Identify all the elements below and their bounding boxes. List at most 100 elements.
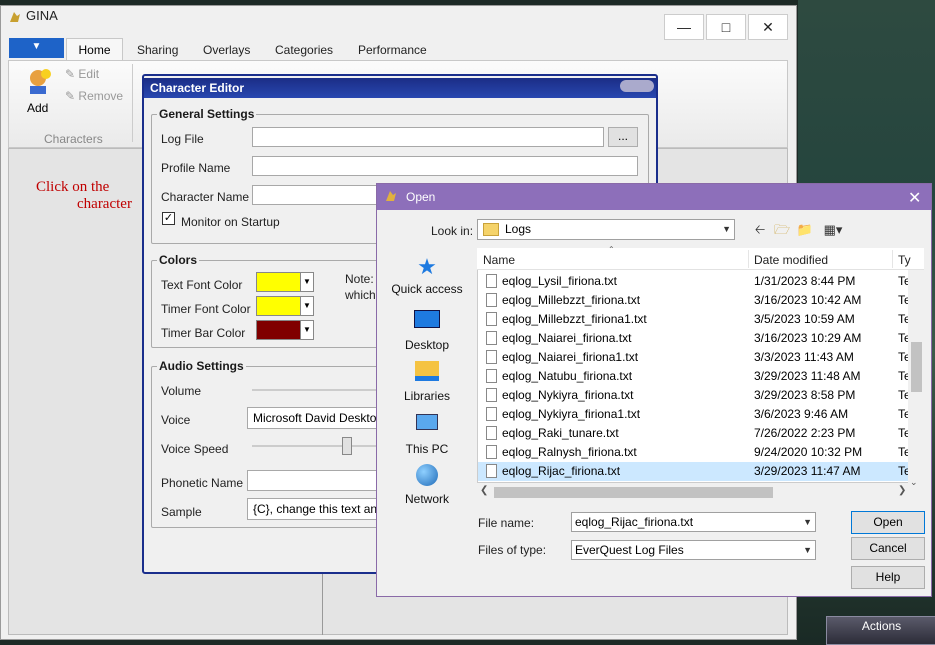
text-file-icon [486,426,497,440]
file-row[interactable]: eqlog_Millebzzt_firiona.txt 3/16/2023 10:… [478,291,911,310]
browse-button[interactable]: ... [608,127,638,147]
look-in-combo[interactable]: Logs ▼ [477,219,735,240]
tab-categories[interactable]: Categories [275,42,333,60]
close-button[interactable]: ✕ [748,14,788,40]
timer-font-color-dropdown[interactable]: ▼ [300,296,314,316]
look-in-value: Logs [505,222,532,236]
log-file-input[interactable] [252,127,604,147]
column-name[interactable]: Name [483,253,515,267]
file-name-combo[interactable]: eqlog_Rijac_firiona.txt ▼ [571,512,816,532]
timer-bar-color-swatch[interactable] [256,320,304,340]
file-type-value: EverQuest Log Files [575,543,684,557]
file-row[interactable]: eqlog_Lysil_firiona.txt 1/31/2023 8:44 PM… [478,272,911,291]
remove-label: Remove [78,89,124,103]
ribbon-separator [132,64,133,142]
colors-note-line2: which [345,288,376,302]
app-menu-button[interactable]: ▼ [9,38,64,58]
place-network[interactable]: Network [384,462,470,506]
file-row[interactable]: eqlog_Rijac_firiona.txt 3/29/2023 11:47 A… [478,462,911,481]
timer-font-color-swatch[interactable] [256,296,304,316]
tab-home[interactable]: Home [66,38,123,61]
close-icon[interactable]: ✕ [908,188,921,208]
text-file-icon [486,369,497,383]
place-quick-access[interactable]: ★ Quick access [384,254,470,296]
horizontal-scroll-thumb[interactable] [494,487,773,498]
file-date: 9/24/2020 10:32 PM [754,445,863,459]
file-row[interactable]: eqlog_Nykiyra_firiona.txt 3/29/2023 8:58 … [478,386,911,405]
place-label: This PC [405,442,449,456]
file-row[interactable]: eqlog_Natubu_firiona.txt 3/29/2023 11:48 … [478,367,911,386]
voice-speed-slider-thumb[interactable] [342,437,352,455]
text-font-color-swatch[interactable] [256,272,304,292]
voice-speed-label: Voice Speed [161,442,229,456]
voice-label: Voice [161,413,191,427]
look-in-label: Look in: [431,224,474,238]
file-row[interactable]: eqlog_Millebzzt_firiona1.txt 3/5/2023 10:… [478,310,911,329]
maximize-button[interactable]: □ [706,14,746,40]
place-libraries[interactable]: Libraries [384,358,470,403]
sort-ascending-icon: ⌃ [608,245,615,254]
file-date: 3/6/2023 9:46 AM [754,407,849,421]
text-font-color-dropdown[interactable]: ▼ [300,272,314,292]
scroll-left-icon[interactable]: ❮ [480,485,488,496]
file-name: eqlog_Millebzzt_firiona1.txt [502,312,647,326]
column-type[interactable]: Ty [898,253,911,267]
file-row[interactable]: eqlog_Ralnysh_firiona.txt 9/24/2020 10:32… [478,443,911,462]
up-folder-icon[interactable]: 🗁 [773,222,791,238]
timer-bar-color-dropdown[interactable]: ▼ [300,320,314,340]
place-label: Network [404,492,449,506]
character-name-label: Character Name [161,190,250,204]
tab-performance[interactable]: Performance [358,42,427,60]
place-desktop[interactable]: Desktop [384,306,470,352]
minimize-button[interactable]: — [664,14,704,40]
panel-divider [322,570,323,635]
remove-button[interactable]: ✎ Remove [65,89,123,103]
scroll-down-icon[interactable]: ⌄ [910,477,918,488]
tab-overlays[interactable]: Overlays [203,42,250,60]
column-divider [748,250,749,268]
file-type-combo[interactable]: EverQuest Log Files ▼ [571,540,816,560]
column-date[interactable]: Date modified [754,253,828,267]
text-file-icon [486,388,497,402]
monitor-checkbox[interactable]: ✓ [162,212,175,225]
phonetic-name-input[interactable] [247,470,382,491]
file-row[interactable]: eqlog_Nykiyra_firiona1.txt 3/6/2023 9:46 … [478,405,911,424]
file-type-label: Files of type: [478,543,547,557]
computer-icon [413,414,441,440]
text-file-icon [486,312,497,326]
audio-settings-title: Audio Settings [157,359,246,373]
cancel-button[interactable]: Cancel [851,537,925,560]
colors-title: Colors [157,253,200,267]
add-character-icon[interactable] [24,66,54,96]
file-row[interactable]: eqlog_Raki_tunare.txt 7/26/2022 2:23 PM Te [478,424,911,443]
back-icon[interactable]: 🡠 [751,222,769,238]
open-button[interactable]: Open [851,511,925,534]
edit-icon: ✎ [65,67,76,81]
profile-name-input[interactable] [252,156,638,176]
scroll-right-icon[interactable]: ❯ [898,485,906,496]
hint-text: Click on the [36,179,110,195]
place-this-pc[interactable]: This PC [384,410,470,456]
view-menu-icon[interactable]: ▦▾ [819,222,847,238]
window-controls-icon[interactable] [620,80,654,92]
text-file-icon [486,350,497,364]
volume-slider[interactable] [252,389,382,391]
file-row[interactable]: eqlog_Naiarei_firiona.txt 3/16/2023 10:29… [478,329,911,348]
tab-sharing[interactable]: Sharing [137,42,178,60]
chevron-down-icon: ▼ [803,517,812,527]
file-row[interactable]: eqlog_Naiarei_firiona1.txt 3/3/2023 11:43… [478,348,911,367]
new-folder-icon[interactable]: 📁 [796,222,814,238]
text-file-icon [486,445,497,459]
character-name-input[interactable] [252,185,382,205]
help-button[interactable]: Help [851,566,925,589]
chevron-down-icon: ▼ [722,224,731,234]
sample-input[interactable]: {C}, change this text and [247,498,382,520]
file-name: eqlog_Rijac_firiona.txt [502,464,621,478]
voice-select[interactable]: Microsoft David Deskto [247,407,382,429]
colors-note-label: Note: [345,272,374,286]
volume-label: Volume [161,384,202,398]
edit-button[interactable]: ✎ Edit [65,67,99,81]
vertical-scroll-thumb[interactable] [911,342,922,392]
actions-window[interactable]: Actions [826,616,935,645]
add-button[interactable]: Add [27,101,48,115]
